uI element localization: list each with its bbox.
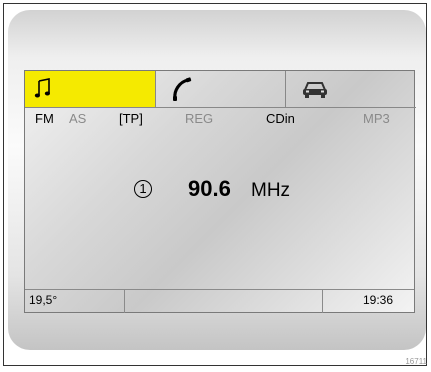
temperature-readout: 19,5°	[25, 290, 125, 313]
tab-phone[interactable]	[156, 71, 286, 108]
bottom-status-bar: 19,5° 19:36	[25, 289, 414, 313]
bottom-center-cell	[125, 290, 323, 313]
tab-vehicle[interactable]	[286, 71, 416, 108]
phone-handset-icon	[173, 77, 192, 101]
tab-music[interactable]	[25, 71, 156, 108]
status-mp3: MP3	[363, 111, 390, 126]
status-cdin: CDin	[266, 111, 295, 126]
music-note-icon	[34, 78, 50, 98]
status-fm: FM	[35, 111, 54, 126]
car-icon	[303, 82, 327, 98]
status-reg: REG	[185, 111, 214, 126]
frequency-value: 90.6	[188, 176, 231, 201]
figure-code: 16711	[405, 357, 427, 366]
status-as: AS	[69, 111, 87, 126]
frequency-unit: MHz	[251, 180, 291, 201]
clock-readout: 19:36	[323, 290, 414, 313]
temperature-value: 19,5°	[29, 293, 58, 307]
clock-value: 19:36	[363, 293, 394, 307]
infotainment-screen: FM AS [TP] REG CDin MP3 1 90.6 MHz 19,5°…	[24, 70, 416, 313]
status-tp: [TP]	[119, 111, 143, 126]
preset-number: 1	[134, 180, 152, 198]
